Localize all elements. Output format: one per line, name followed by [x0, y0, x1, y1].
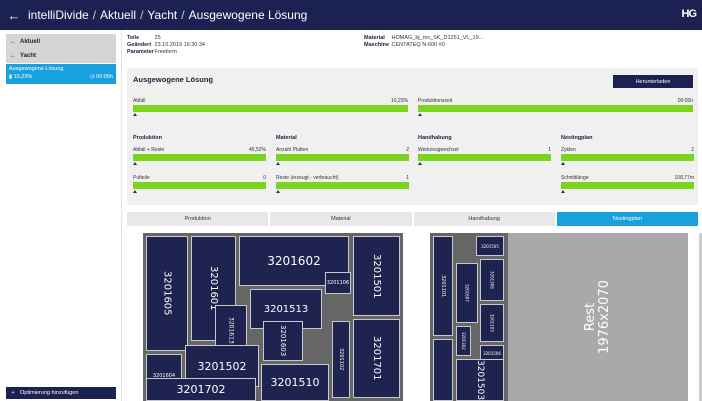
- plus-icon: +: [11, 390, 15, 396]
- part[interactable]: 3201501: [353, 236, 400, 316]
- solution-name: Ausgewogene Lösung: [9, 66, 64, 72]
- homag-logo: HG: [681, 8, 697, 20]
- part[interactable]: 3201607: [456, 263, 478, 323]
- tab-nestingplan[interactable]: Nestingplan: [556, 212, 698, 226]
- nesting-sheet-2[interactable]: 3201505 3201101 3201607 3201306 3201302 …: [430, 233, 688, 401]
- part[interactable]: [433, 339, 453, 401]
- part[interactable]: 3201101: [433, 236, 453, 336]
- sidebar-item-yacht[interactable]: ← Yacht: [6, 48, 116, 63]
- rest-piece[interactable]: Rest 1976x2070: [508, 233, 688, 401]
- part[interactable]: 3201103: [480, 304, 504, 342]
- part[interactable]: 3201702: [146, 378, 256, 401]
- rest-size: 1976x2070: [597, 280, 612, 354]
- job-info-left: Teile 25 Geändert 23.10.2019 16:30:34 Pa…: [127, 35, 205, 55]
- group-title-handhabung: Handhabung: [418, 135, 452, 141]
- tab-material[interactable]: Material: [270, 212, 412, 226]
- add-optimization-button[interactable]: + Optimierung hinzufügen: [6, 387, 116, 399]
- sidebar-item-active-solution[interactable]: Ausgewogene Lösung ▮ 10,23% ◷ 00:05h: [6, 64, 116, 84]
- sidebar: ← Aktuell ← Yacht Ausgewogene Lösung ▮ 1…: [0, 30, 122, 401]
- solution-waste: ▮ 10,23%: [9, 74, 33, 80]
- part[interactable]: 3201505: [476, 236, 504, 256]
- part[interactable]: 3201605: [146, 236, 188, 351]
- group-title-material: Material: [276, 135, 297, 141]
- part[interactable]: 3201302: [456, 326, 471, 356]
- group-title-produktion: Produktion: [133, 135, 163, 141]
- part[interactable]: 3201106: [325, 272, 351, 294]
- job-info-right: Material HOMAG_bj_mx_SK_D1251_VL_19... M…: [364, 35, 484, 48]
- solution-panel: Ausgewogene Lösung Herunterladen Abfall 1…: [127, 68, 698, 205]
- arrow-left-icon: ←: [10, 38, 16, 45]
- top-bar: ← intelliDivide / Aktuell / Yacht / Ausg…: [0, 0, 702, 30]
- solution-time: ◷ 00:05h: [89, 74, 113, 80]
- tab-produktion[interactable]: Produktion: [127, 212, 269, 226]
- view-tabs: Produktion Material Handhabung Nestingpl…: [127, 212, 698, 226]
- group-title-nestingplan: Nestingplan: [561, 135, 593, 141]
- panel-title: Ausgewogene Lösung: [133, 75, 214, 84]
- breadcrumb-item-intellidivide[interactable]: intelliDivide: [28, 8, 89, 22]
- back-arrow-icon[interactable]: ←: [0, 8, 28, 23]
- part[interactable]: 3201503: [456, 359, 504, 401]
- rest-label: Rest: [583, 302, 598, 332]
- sidebar-item-label: Aktuell: [20, 38, 41, 45]
- breadcrumb-item-yacht[interactable]: Yacht: [147, 8, 177, 22]
- part[interactable]: 3201701: [353, 319, 400, 398]
- breadcrumb-item-current: Ausgewogene Lösung: [188, 8, 308, 22]
- breadcrumb-item-aktuell[interactable]: Aktuell: [100, 8, 136, 22]
- sidebar-item-aktuell[interactable]: ← Aktuell: [6, 34, 116, 49]
- download-button[interactable]: Herunterladen: [613, 75, 693, 88]
- sidebar-item-label: Yacht: [20, 52, 37, 59]
- tab-handhabung[interactable]: Handhabung: [413, 212, 555, 226]
- part[interactable]: 3201102: [332, 321, 350, 398]
- arrow-left-icon: ←: [10, 52, 16, 59]
- part[interactable]: 3201603: [263, 321, 303, 361]
- part[interactable]: 3201510: [261, 364, 329, 401]
- part[interactable]: 3201306: [480, 259, 504, 301]
- breadcrumb: intelliDivide / Aktuell / Yacht / Ausgew…: [28, 8, 308, 22]
- nesting-sheet-1[interactable]: 3201605 3201601 3201602 3201501 3201513 …: [143, 233, 403, 401]
